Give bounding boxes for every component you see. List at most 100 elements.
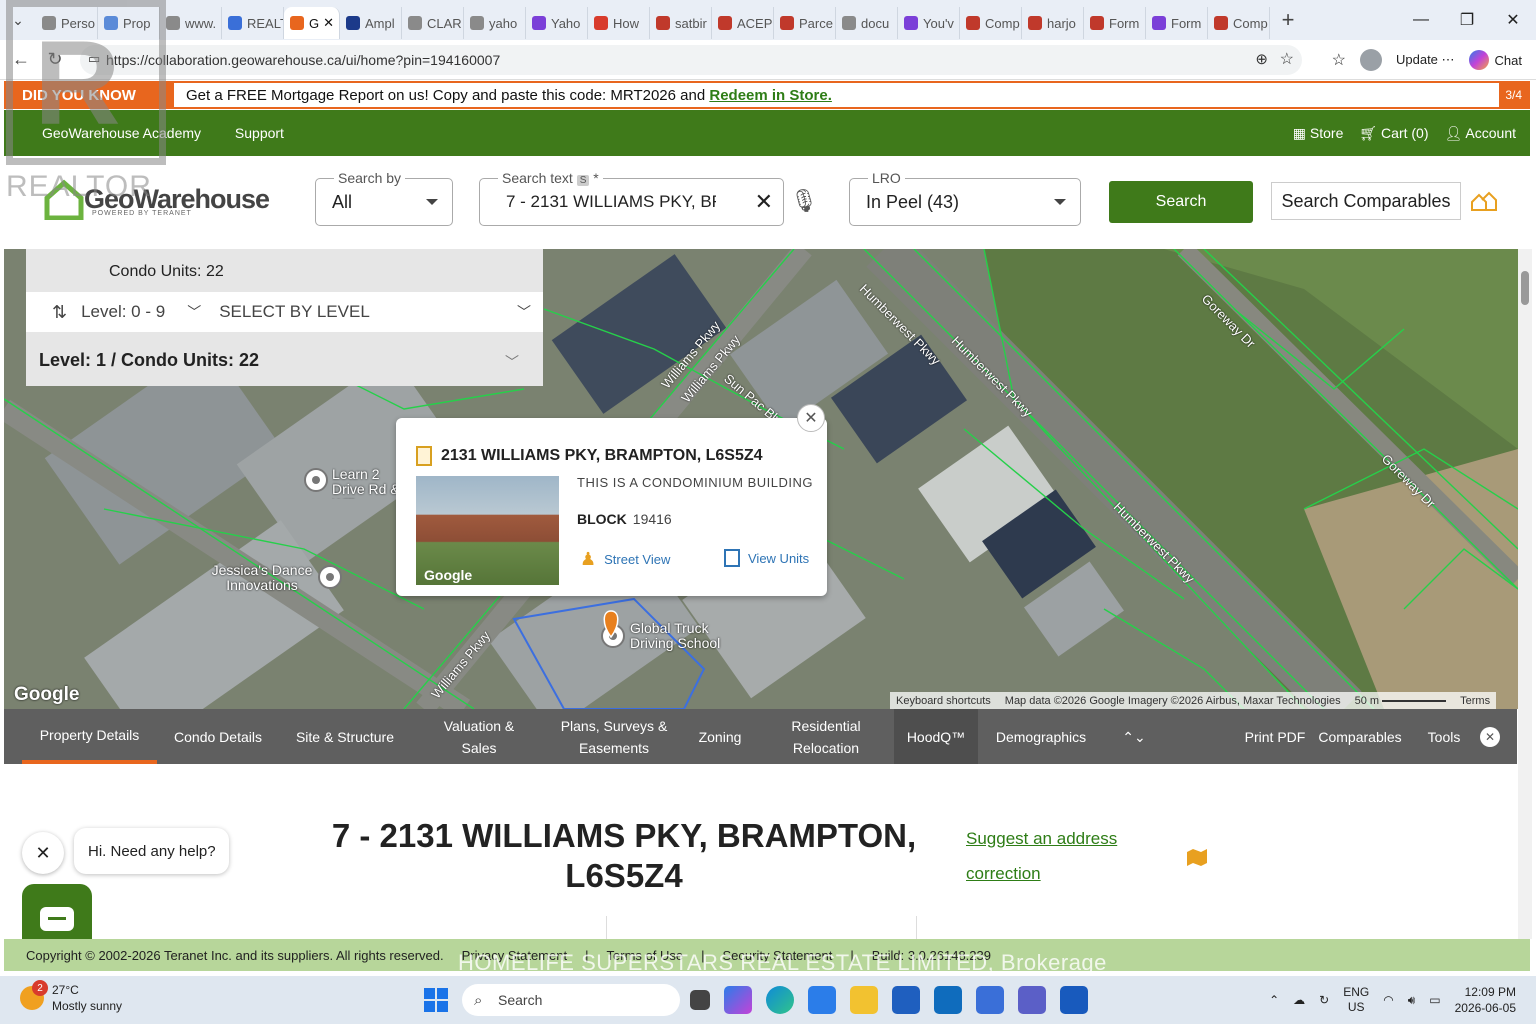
chevron-up-icon[interactable]: ⌃ <box>1269 993 1279 1007</box>
browser-tab[interactable]: CLAR <box>402 7 464 39</box>
taskbar-search[interactable]: ⌕ Search <box>462 984 680 1016</box>
update-button[interactable]: Update ⋯ <box>1396 52 1455 68</box>
tab-valuation-sales[interactable]: Valuation & Sales <box>429 709 529 764</box>
search-text-field[interactable]: Search text S * 7 - 2131 WILLIAMS PKY, B… <box>479 170 784 226</box>
clock[interactable]: 12:09 PM 2026-06-05 <box>1455 984 1516 1016</box>
news-icon[interactable] <box>808 986 836 1014</box>
new-tab-icon[interactable]: + <box>1270 7 1306 33</box>
browser-tab[interactable]: Form <box>1146 7 1208 39</box>
tab-property-details[interactable]: Property Details <box>22 709 157 764</box>
browser-tab[interactable]: Comp <box>1208 7 1270 39</box>
browser-tab[interactable]: yaho <box>464 7 526 39</box>
browser-tab[interactable]: You'v <box>898 7 960 39</box>
tab-residential-relocation[interactable]: Residential Relocation <box>770 709 882 764</box>
map-attribution: Keyboard shortcuts Map data ©2026 Google… <box>890 692 1497 709</box>
tab-hoodq[interactable]: HoodQ™ <box>894 709 978 764</box>
suggest-address-link[interactable]: Suggest an address correction <box>966 821 1126 891</box>
support-link[interactable]: Support <box>235 125 284 141</box>
word-icon[interactable] <box>1060 986 1088 1014</box>
edge-icon[interactable] <box>766 986 794 1014</box>
level-detail-row[interactable]: Level: 1 / Condo Units: 22 <box>39 350 259 371</box>
level-selector[interactable]: ⇅ Level: 0 - 9 ﹀ SELECT BY LEVEL ﹀ <box>26 292 543 332</box>
remote-desktop-icon[interactable] <box>976 986 1004 1014</box>
browser-tab[interactable]: Ampl <box>340 7 402 39</box>
battery-icon[interactable]: ▭ <box>1429 993 1440 1007</box>
browser-tab[interactable]: docu <box>836 7 898 39</box>
chevron-down-icon[interactable]: ﹀ <box>505 352 519 372</box>
lro-select[interactable]: LRO In Peel (43) <box>849 170 1081 226</box>
copilot-chat-button[interactable]: Chat <box>1468 50 1522 70</box>
browser-tab[interactable]: harjo <box>1022 7 1084 39</box>
favorite-star-icon[interactable]: ☆ <box>1280 49 1294 69</box>
volume-icon[interactable]: 🔊︎ <box>1408 993 1416 1008</box>
comparables-button[interactable]: Comparables <box>1312 709 1408 764</box>
mic-off-icon[interactable]: 🎙︎ <box>790 188 818 214</box>
scrollbar-thumb[interactable] <box>1521 271 1529 305</box>
weather-widget[interactable]: 2 27°C Mostly sunny <box>20 980 122 1014</box>
language-indicator[interactable]: ENG US <box>1343 985 1369 1015</box>
copilot-app-icon[interactable] <box>724 986 752 1014</box>
chat-greeting[interactable]: Hi. Need any help? <box>74 828 229 874</box>
profile-avatar[interactable] <box>1359 49 1382 71</box>
close-chat-icon[interactable]: ✕ <box>22 832 64 874</box>
store-link[interactable]: ▦ Store <box>1293 125 1344 142</box>
promo-counter[interactable]: 3/4 <box>1499 83 1528 107</box>
wifi-icon[interactable]: ◠ <box>1383 993 1393 1007</box>
sort-arrows-icon[interactable]: ⇅ <box>52 302 67 323</box>
browser-tab[interactable]: Yaho <box>526 7 588 39</box>
tab-condo-details[interactable]: Condo Details <box>164 709 272 764</box>
tab-demographics[interactable]: Demographics <box>986 709 1096 764</box>
chevron-down-icon[interactable]: ﹀ <box>517 302 531 322</box>
search-by-select[interactable]: Search by All <box>315 170 453 226</box>
browser-tab[interactable]: Form <box>1084 7 1146 39</box>
cart-link[interactable]: 🛒︎ Cart (0) <box>1359 125 1428 142</box>
minimize-icon[interactable]: — <box>1398 0 1444 40</box>
windows-start-icon[interactable] <box>424 988 448 1012</box>
print-pdf-button[interactable]: Print PDF <box>1244 709 1306 764</box>
tab-favicon-icon <box>904 16 918 30</box>
browser-tab[interactable]: Parce <box>774 7 836 39</box>
temperature: 27°C <box>52 983 79 997</box>
url-field[interactable]: ▭ https://collaboration.geowarehouse.ca/… <box>80 45 1302 75</box>
browser-tab[interactable]: REALT <box>222 7 284 39</box>
close-tab-icon[interactable]: ✕ <box>323 15 334 31</box>
search-button[interactable]: Search <box>1109 181 1253 223</box>
close-tabs-icon[interactable]: ✕ <box>1480 727 1500 747</box>
keyboard-shortcuts-link[interactable]: Keyboard shortcuts <box>896 695 991 707</box>
browser-tab[interactable]: ACEP <box>712 7 774 39</box>
favorites-icon[interactable]: ☆ <box>1332 50 1346 70</box>
tab-zoning[interactable]: Zoning <box>688 709 752 764</box>
terms-link[interactable]: Terms <box>1460 695 1490 707</box>
zoom-icon[interactable]: ⊕ <box>1255 50 1268 68</box>
close-window-icon[interactable]: ✕ <box>1490 0 1536 40</box>
sync-icon[interactable]: ↻ <box>1319 993 1329 1007</box>
tab-plans-surveys[interactable]: Plans, Surveys & Easements <box>554 709 674 764</box>
store-app-icon[interactable] <box>892 986 920 1014</box>
collapse-expand-icon[interactable]: ⌃⌄ <box>1114 709 1154 764</box>
file-explorer-icon[interactable] <box>850 986 878 1014</box>
maximize-icon[interactable]: ❐ <box>1444 0 1490 40</box>
property-photo[interactable]: Google <box>416 476 559 585</box>
view-units-link[interactable]: View Units <box>724 549 809 567</box>
tab-site-structure[interactable]: Site & Structure <box>286 709 404 764</box>
browser-tab[interactable]: Comp <box>960 7 1022 39</box>
comparables-houses-icon[interactable] <box>1470 190 1498 212</box>
outlook-icon[interactable] <box>934 986 962 1014</box>
street-view-link[interactable]: ♟ Street View <box>580 549 670 570</box>
browser-tab[interactable]: How <box>588 7 650 39</box>
search-text-label-text: Search text <box>502 170 573 186</box>
browser-tab[interactable]: G ✕ <box>284 7 340 39</box>
search-comparables-button[interactable]: Search Comparables <box>1271 182 1461 220</box>
map-marker-icon[interactable] <box>1186 846 1208 866</box>
close-popup-icon[interactable]: ✕ <box>797 404 825 432</box>
clear-search-icon[interactable]: ✕ <box>755 189 773 215</box>
chevron-down-icon[interactable]: ﹀ <box>187 302 201 322</box>
teams-icon[interactable] <box>1018 986 1046 1014</box>
page-scrollbar[interactable] <box>1518 249 1532 939</box>
account-link[interactable]: 👤︎ Account <box>1445 125 1517 142</box>
task-view-icon[interactable] <box>690 990 710 1010</box>
cloud-icon[interactable]: ☁ <box>1293 993 1305 1007</box>
browser-tab[interactable]: satbir <box>650 7 712 39</box>
redeem-link[interactable]: Redeem in Store. <box>709 87 832 104</box>
tools-button[interactable]: Tools <box>1414 709 1474 764</box>
